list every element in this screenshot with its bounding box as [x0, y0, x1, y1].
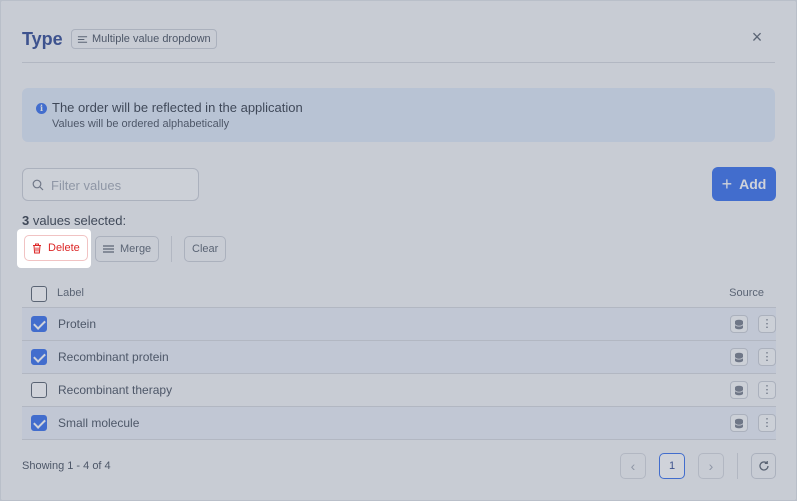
table-footer: Showing 1 - 4 of 4 ‹ 1 ›	[22, 439, 776, 489]
field-type-badge: Multiple value dropdown	[71, 29, 217, 49]
info-title: The order will be reflected in the appli…	[52, 100, 303, 115]
type-modal: Type Multiple value dropdown × i The ord…	[1, 1, 796, 500]
add-button[interactable]: + Add	[712, 167, 776, 201]
select-all-checkbox[interactable]	[31, 286, 47, 302]
source-column-header: Source	[729, 287, 764, 299]
modal-title: Type	[22, 29, 63, 49]
merge-button[interactable]: Merge	[95, 236, 160, 262]
row-label: Recombinant protein	[58, 350, 169, 364]
row-checkbox[interactable]	[31, 349, 47, 365]
database-icon[interactable]	[730, 315, 748, 333]
add-button-label: Add	[739, 176, 767, 192]
table-row: Small molecule ⋮	[22, 407, 776, 440]
row-label: Protein	[58, 317, 97, 331]
delete-label: Delete	[48, 242, 80, 254]
merge-label: Merge	[120, 243, 152, 255]
more-options-icon[interactable]: ⋮	[758, 381, 776, 399]
more-options-icon[interactable]: ⋮	[758, 315, 776, 333]
row-checkbox[interactable]	[31, 382, 47, 398]
clear-label: Clear	[192, 243, 219, 255]
prev-page-button[interactable]: ‹	[620, 453, 646, 479]
table-row: Recombinant protein ⋮	[22, 341, 776, 374]
row-checkbox[interactable]	[31, 415, 47, 431]
field-type-label: Multiple value dropdown	[92, 33, 211, 45]
more-options-icon[interactable]: ⋮	[758, 414, 776, 432]
table-header: Label Source	[22, 277, 776, 308]
actions-divider	[171, 236, 172, 262]
database-icon[interactable]	[730, 381, 748, 399]
row-label: Recombinant therapy	[58, 383, 173, 397]
filter-values-field[interactable]	[22, 168, 199, 201]
info-banner: i The order will be reflected in the app…	[22, 88, 775, 142]
modal-header: Type Multiple value dropdown ×	[22, 25, 775, 63]
row-checkbox[interactable]	[31, 316, 47, 332]
selected-suffix: values selected:	[29, 213, 127, 228]
next-page-button[interactable]: ›	[698, 453, 724, 479]
table-row: Recombinant therapy ⋮	[22, 374, 776, 407]
close-icon[interactable]: ×	[749, 28, 765, 46]
info-subtitle: Values will be ordered alphabetically	[52, 118, 230, 130]
footer-divider	[737, 453, 738, 479]
database-icon[interactable]	[730, 348, 748, 366]
filter-values-input[interactable]	[51, 176, 191, 194]
showing-count: Showing 1 - 4 of 4	[22, 460, 111, 472]
values-table: Label Source Protein ⋮ Recombinant prote…	[22, 277, 776, 440]
list-icon	[77, 35, 88, 43]
more-options-icon[interactable]: ⋮	[758, 348, 776, 366]
row-label: Small molecule	[58, 416, 140, 430]
refresh-button[interactable]	[751, 453, 776, 479]
trash-icon	[33, 243, 41, 253]
info-icon: i	[36, 103, 47, 114]
delete-button[interactable]: Delete	[24, 235, 88, 261]
merge-icon	[103, 245, 114, 253]
search-icon	[32, 179, 44, 191]
selection-count: 3 values selected:	[22, 213, 126, 228]
table-row: Protein ⋮	[22, 308, 776, 341]
database-icon[interactable]	[730, 414, 748, 432]
plus-icon: +	[721, 174, 733, 194]
clear-button[interactable]: Clear	[184, 236, 227, 262]
current-page-button[interactable]: 1	[659, 453, 685, 479]
label-column-header: Label	[57, 287, 84, 299]
refresh-icon	[758, 461, 769, 471]
